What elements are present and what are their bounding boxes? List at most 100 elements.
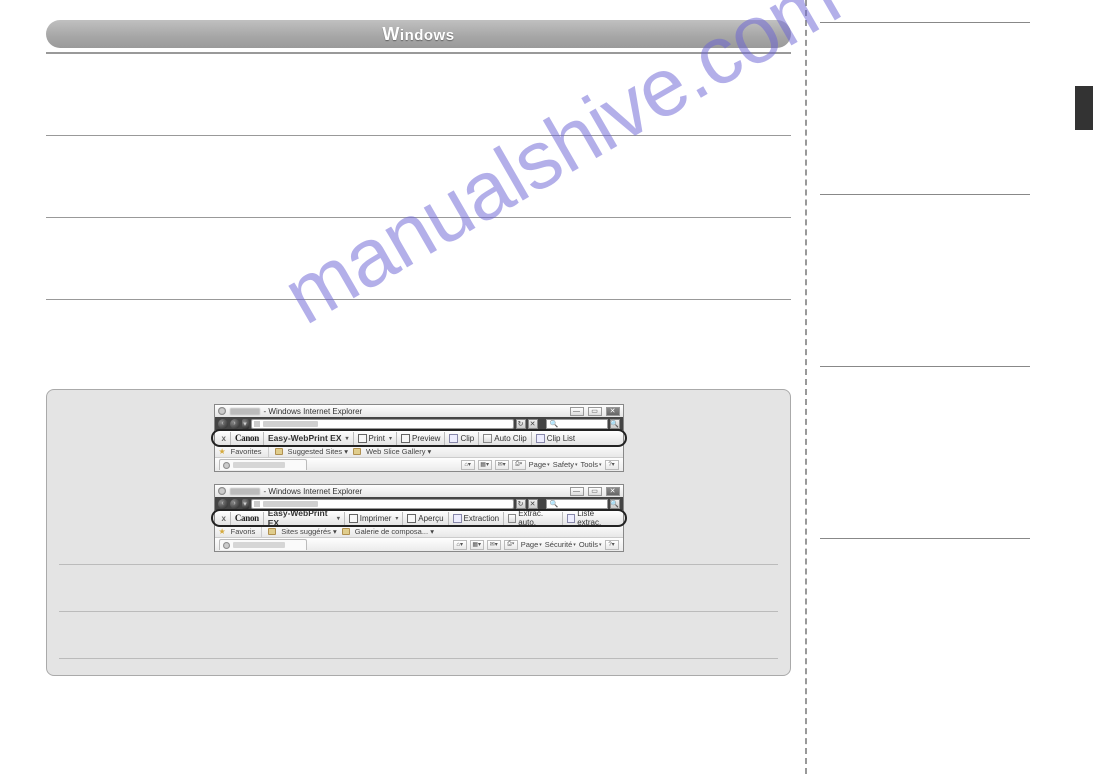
search-icon: 🔍: [550, 500, 559, 508]
stop-button[interactable]: ✕: [528, 499, 538, 509]
forward-button[interactable]: ›: [230, 419, 240, 429]
address-bar[interactable]: [251, 499, 514, 509]
feeds-button[interactable]: ▦▾: [478, 460, 492, 470]
easy-webprint-toolbar: x Canon Easy-WebPrint EXPrintPreviewClip…: [215, 430, 623, 445]
tab-tools: ⌂▾ ▦▾ ✉▾ ⎙▾ PageSafetyTools ?▾: [461, 460, 619, 470]
vertical-divider: [805, 0, 807, 774]
tab-icon: [223, 462, 230, 469]
back-button[interactable]: ‹: [218, 499, 228, 509]
nav-dd[interactable]: ▾: [242, 499, 249, 509]
browser-window: - Windows Internet Explorer — ▭ ✕‹ › ▾ ↻…: [214, 404, 624, 472]
lock-icon: [254, 501, 260, 507]
toolbar-extracauto-button[interactable]: Extrac. auto.: [505, 511, 561, 525]
titlebar: - Windows Internet Explorer — ▭ ✕: [215, 485, 623, 497]
fav-item[interactable]: Sites suggérés ▾: [281, 527, 336, 536]
minimize-button[interactable]: —: [570, 487, 584, 496]
cliplist-icon: [536, 434, 545, 443]
fav-item[interactable]: Web Slice Gallery ▾: [366, 447, 431, 456]
search-go[interactable]: 🔍: [610, 419, 620, 429]
fav-item[interactable]: Galerie de composa... ▾: [355, 527, 434, 536]
navbar: ‹ › ▾ ↻ ✕ 🔍 🔍: [215, 417, 623, 430]
refresh-button[interactable]: ↻: [516, 419, 526, 429]
toolbar-aperu-button[interactable]: Aperçu: [404, 511, 446, 525]
right-column: [820, 10, 1030, 539]
toolbar-autoclip-button[interactable]: Auto Clip: [480, 431, 529, 445]
mail-button[interactable]: ✉▾: [495, 460, 509, 470]
menu-safety[interactable]: Safety: [553, 460, 578, 469]
window-close-button[interactable]: ✕: [606, 487, 620, 496]
help-button[interactable]: ?▾: [605, 540, 619, 550]
main-column: Windows - Windows Internet Explorer — ▭ …: [46, 20, 791, 676]
autoclip-icon: [508, 514, 516, 523]
header-badge: Windows: [382, 24, 454, 45]
url-blur: [263, 501, 318, 507]
lock-icon: [254, 421, 260, 427]
help-button[interactable]: ?▾: [605, 460, 619, 470]
toolbar-listeextrac-button[interactable]: Liste extrac.: [564, 511, 619, 525]
maximize-button[interactable]: ▭: [588, 407, 602, 416]
mail-button[interactable]: ✉▾: [487, 540, 501, 550]
clip-icon: [453, 514, 462, 523]
search-box[interactable]: 🔍: [546, 419, 608, 429]
ie-icon: [218, 487, 226, 495]
toolbar-cliplist-button[interactable]: Clip List: [533, 431, 578, 445]
toolbar-clip-button[interactable]: Clip: [446, 431, 477, 445]
print-button[interactable]: ⎙▾: [504, 540, 518, 550]
title-blur: [230, 408, 260, 415]
printer-icon: [358, 434, 367, 443]
title-blur: [230, 488, 260, 495]
easy-webprint-toolbar: x Canon Easy-WebPrint EXImprimerAperçuEx…: [215, 510, 623, 525]
url-blur: [263, 421, 318, 427]
folder-icon: [268, 528, 276, 535]
menu-sécurité[interactable]: Sécurité: [545, 540, 576, 549]
toolbar-extraction-button[interactable]: Extraction: [450, 511, 503, 525]
home-button[interactable]: ⌂▾: [453, 540, 467, 550]
minimize-button[interactable]: —: [570, 407, 584, 416]
forward-button[interactable]: ›: [230, 499, 240, 509]
canon-logo: Canon: [232, 431, 262, 445]
fav-item[interactable]: Suggested Sites ▾: [288, 447, 348, 456]
product-name[interactable]: Easy-WebPrint EX: [265, 431, 352, 445]
menu-page[interactable]: Page: [521, 540, 542, 549]
toolbar-preview-button[interactable]: Preview: [398, 431, 443, 445]
home-button[interactable]: ⌂▾: [461, 460, 475, 470]
feeds-button[interactable]: ▦▾: [470, 540, 484, 550]
tab-title-blur: [233, 542, 285, 548]
back-button[interactable]: ‹: [218, 419, 228, 429]
star-icon[interactable]: ★: [219, 447, 226, 456]
ie-icon: [218, 407, 226, 415]
nav-dd[interactable]: ▾: [242, 419, 249, 429]
browser-tab[interactable]: [219, 539, 307, 550]
autoclip-icon: [483, 434, 492, 443]
maximize-button[interactable]: ▭: [588, 487, 602, 496]
tab-icon: [223, 542, 230, 549]
menu-page[interactable]: Page: [529, 460, 550, 469]
search-go[interactable]: 🔍: [610, 499, 620, 509]
address-bar[interactable]: [251, 419, 514, 429]
folder-icon: [353, 448, 361, 455]
toolbar-print-button[interactable]: Print: [355, 431, 395, 445]
cliplist-icon: [567, 514, 575, 523]
favorites-label[interactable]: Favoris: [231, 527, 256, 536]
window-close-button[interactable]: ✕: [606, 407, 620, 416]
star-icon[interactable]: ★: [219, 527, 226, 536]
search-box[interactable]: 🔍: [546, 499, 608, 509]
folder-icon: [275, 448, 283, 455]
printer-icon: [349, 514, 358, 523]
print-button[interactable]: ⎙▾: [512, 460, 526, 470]
browser-window: - Windows Internet Explorer — ▭ ✕ ‹ › ▾ ↻…: [214, 484, 624, 552]
favorites-label[interactable]: Favorites: [231, 447, 262, 456]
toolbar-close[interactable]: x: [219, 431, 229, 445]
screenshot-inset-box: - Windows Internet Explorer — ▭ ✕‹ › ▾ ↻…: [46, 389, 791, 676]
toolbar-imprimer-button[interactable]: Imprimer: [346, 511, 402, 525]
menu-tools[interactable]: Tools: [580, 460, 601, 469]
refresh-button[interactable]: ↻: [516, 499, 526, 509]
toolbar-close[interactable]: x: [219, 511, 229, 525]
product-name[interactable]: Easy-WebPrint EX: [265, 511, 343, 525]
stop-button[interactable]: ✕: [528, 419, 538, 429]
menu-outils[interactable]: Outils: [579, 540, 602, 549]
title-suffix: - Windows Internet Explorer: [264, 407, 363, 416]
browser-tab[interactable]: [219, 459, 307, 470]
preview-icon: [401, 434, 410, 443]
title-suffix: - Windows Internet Explorer: [264, 487, 363, 496]
